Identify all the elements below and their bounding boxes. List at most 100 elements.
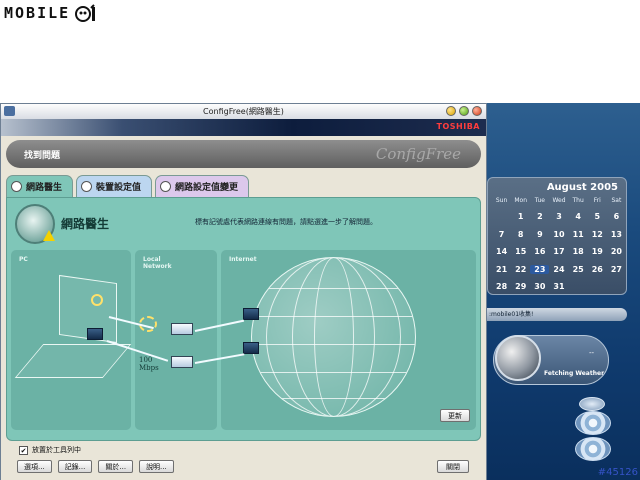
close-icon[interactable] (472, 106, 482, 116)
weather-widget[interactable]: -- Fetching Weather (493, 335, 609, 385)
gadget-title[interactable]: :mobile01收集! (487, 308, 627, 321)
calendar-day-headers: Sun Mon Tue Wed Thu Fri Sat (492, 197, 626, 204)
brand-name: TOSHIBA (436, 122, 480, 131)
desktop-sidebar: August 2005 Sun Mon Tue Wed Thu Fri Sat 123456… (487, 103, 640, 480)
maximize-icon[interactable] (459, 106, 469, 116)
link-speed: 100 Mbps (139, 356, 159, 372)
window-title: ConfigFree(網路醫生) (203, 107, 284, 116)
close-button[interactable]: 關閉 (437, 460, 469, 473)
calendar-day[interactable]: 21 (492, 265, 511, 274)
calendar-day[interactable]: 12 (588, 230, 607, 239)
calendar-day[interactable]: 17 (549, 247, 568, 256)
calendar-day[interactable]: 5 (588, 212, 607, 221)
configfree-logo: ConfigFree (375, 145, 461, 163)
tab-label: 網路醫生 (26, 183, 63, 193)
calendar-day[interactable]: 15 (511, 247, 530, 256)
problem-title: 找到問題 (24, 151, 61, 161)
access-point-icon[interactable] (171, 323, 193, 335)
lan-adapter-icon[interactable] (87, 328, 103, 340)
tab-label: 網路設定值變更 (175, 183, 239, 193)
tab-network-changes[interactable]: 網路設定值變更 (155, 175, 250, 197)
speed-value: 100 (139, 356, 153, 364)
calendar-day[interactable]: 27 (607, 265, 626, 274)
calendar-days: 1 2 3 4 5 6 7 8 9 10 11 12 13 14 15 16 17 18 19 20 21 22 23 24 2… (492, 208, 626, 296)
calendar-day[interactable]: 7 (492, 230, 511, 239)
tab-label: 裝置設定值 (96, 183, 142, 193)
internet-label: Internet (229, 256, 257, 263)
calendar-day[interactable]: 6 (607, 212, 626, 221)
calendar-day-header: Wed (552, 197, 566, 204)
router-icon[interactable] (171, 356, 193, 368)
help-button[interactable]: 說明... (139, 460, 174, 473)
options-button[interactable]: 選項... (17, 460, 52, 473)
calendar-day[interactable]: 4 (569, 212, 588, 221)
log-button[interactable]: 記錄... (57, 460, 93, 473)
app-icon (4, 106, 15, 116)
window-controls (446, 106, 482, 116)
title-bar: ConfigFree(網路醫生) (1, 104, 486, 119)
logo-text: MOBILE (4, 4, 71, 22)
calendar-day[interactable]: 10 (549, 230, 568, 239)
pc-section: PC (11, 250, 132, 430)
minimize-icon[interactable] (446, 106, 456, 116)
problem-bar: 找到問題 ConfigFree (6, 140, 481, 168)
calendar-day-header: Fri (593, 197, 601, 204)
calendar-widget[interactable]: August 2005 Sun Mon Tue Wed Thu Fri Sat 123456… (487, 177, 627, 295)
watermark-number: #45126 (597, 467, 638, 478)
doctor-icon (11, 181, 22, 192)
calendar-day-header: Sat (611, 197, 622, 204)
local-label-line2: Network (143, 263, 172, 270)
calendar-day-header: Sun (495, 197, 508, 204)
logo-mark-icon (75, 4, 96, 22)
wireless-adapter-icon[interactable] (91, 294, 103, 306)
calendar-day[interactable]: 3 (549, 212, 568, 221)
network-diagram: PC Local Network Internet 更新 100 Mbps (11, 250, 476, 430)
network-change-icon (160, 181, 172, 192)
calendar-day[interactable]: 23 (530, 264, 550, 274)
calendar-day[interactable]: 18 (569, 247, 588, 256)
calendar-day[interactable]: 8 (511, 230, 530, 239)
speed-unit: Mbps (139, 364, 159, 372)
weather-temperature: -- (588, 349, 594, 357)
calendar-day-header: Thu (572, 197, 584, 204)
calendar-title: August 2005 (546, 182, 618, 193)
calendar-day[interactable]: 14 (492, 247, 511, 256)
calendar-day[interactable]: 26 (588, 265, 607, 274)
calendar-day[interactable]: 2 (530, 212, 549, 221)
local-label-line1: Local (143, 256, 161, 263)
calendar-day[interactable]: 20 (607, 247, 626, 256)
media-disc-icon[interactable] (575, 437, 611, 461)
about-button[interactable]: 關於... (98, 460, 134, 473)
calendar-day[interactable]: 24 (549, 265, 568, 274)
tab-network-doctor[interactable]: 網路醫生 (6, 175, 74, 197)
laptop-base (14, 344, 132, 378)
calendar-day[interactable]: 1 (511, 212, 530, 221)
network-doctor-panel: 網路醫生 標有記號處代表網路連線有問題，請點選進一步了解問題。 PC Local… (6, 197, 481, 441)
internet-section: Internet 更新 (221, 250, 476, 430)
tray-checkbox[interactable]: ✔ (19, 445, 28, 455)
tab-device-settings[interactable]: 裝置設定值 (76, 175, 153, 197)
internet-node-icon[interactable] (243, 308, 259, 320)
panel-message: 標有記號處代表網路連線有問題，請點選進一步了解問題。 (195, 218, 377, 226)
calendar-day[interactable]: 22 (511, 265, 530, 274)
internet-node-icon[interactable] (243, 342, 259, 354)
weather-globe-icon (495, 335, 541, 381)
calendar-day[interactable]: 25 (569, 265, 588, 274)
calendar-day[interactable]: 9 (530, 230, 549, 239)
media-disc-icon[interactable] (575, 411, 611, 435)
panel-title: 網路醫生 (61, 217, 110, 231)
calendar-day[interactable]: 30 (530, 282, 549, 291)
calendar-day[interactable]: 31 (549, 282, 568, 291)
calendar-day-header: Tue (534, 197, 545, 204)
tray-option[interactable]: ✔ 放置於工具列中 (19, 445, 81, 455)
calendar-day[interactable]: 28 (492, 282, 511, 291)
calendar-day[interactable]: 29 (511, 282, 530, 291)
dock-toggle-icon[interactable] (579, 397, 605, 411)
weather-status: Fetching Weather (544, 370, 605, 377)
calendar-day[interactable]: 16 (530, 247, 549, 256)
refresh-button[interactable]: 更新 (440, 409, 470, 422)
calendar-day[interactable]: 13 (607, 230, 626, 239)
calendar-day[interactable]: 11 (569, 230, 588, 239)
laptop-icon (14, 274, 132, 384)
calendar-day[interactable]: 19 (588, 247, 607, 256)
